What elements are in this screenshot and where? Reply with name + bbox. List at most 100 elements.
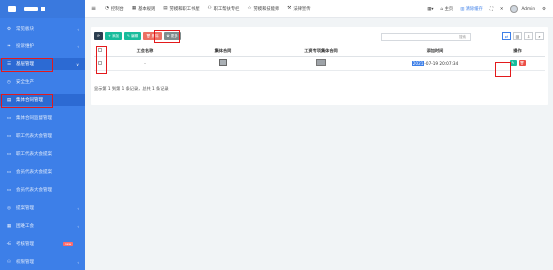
sidebar-menu: ⚙ 常见板块 ‹ ❧ 投诉维护 ‹ ☰ 基层管理 ∨ ◷ 安全生产 ▤ 集体合同… bbox=[0, 18, 85, 270]
edit-button[interactable]: ✎ 编辑 bbox=[124, 32, 142, 40]
star-icon: ☆ bbox=[247, 6, 252, 11]
export-icon[interactable]: ⇩ bbox=[524, 32, 533, 40]
sidebar-item-label: 困难工会 bbox=[16, 224, 34, 229]
logo-mark-icon bbox=[8, 6, 16, 12]
chevron-left-icon: ‹ bbox=[77, 26, 79, 32]
sidebar-item-safety[interactable]: ◷ 安全生产 bbox=[0, 76, 85, 88]
globe-icon: ◎ bbox=[7, 205, 11, 211]
avatar[interactable] bbox=[510, 5, 519, 13]
top-header: ≡ ◔ 控制台 ▦ 基本规则 ▤ 劳模和职工书屋 ⚇ 职工帮扶专栏 ☆ 劳模和技能师 ⚒ 法… bbox=[85, 0, 553, 18]
sidebar-item-staff-proposal[interactable]: ▭ 职工代表大会提案 bbox=[0, 148, 85, 160]
sidebar-item-staff-congress[interactable]: ▭ 职工代表大会管理 bbox=[0, 130, 85, 142]
sidebar-item-common[interactable]: ⚙ 常见板块 ‹ bbox=[0, 23, 85, 35]
search-icon[interactable]: ⌕ bbox=[535, 32, 544, 40]
clock-icon: ◷ bbox=[7, 79, 11, 85]
sidebar-item-label: 职工代表大会管理 bbox=[16, 134, 52, 139]
user-name[interactable]: Admin bbox=[521, 7, 535, 12]
wage-contract-image-cell bbox=[262, 56, 380, 71]
highlight-box bbox=[96, 46, 107, 74]
sidebar-item-label: 集体合同监督管理 bbox=[16, 116, 52, 121]
add-time-cell: 2021-07-19 20:07:34 bbox=[380, 56, 490, 71]
sidebar-item-member-proposal[interactable]: ▭ 会员代表大会提案 bbox=[0, 166, 85, 178]
doc-icon: ▭ bbox=[6, 169, 12, 175]
col-union[interactable]: 工会名称 bbox=[106, 46, 184, 57]
contract-thumbnail-icon[interactable] bbox=[219, 59, 227, 66]
col-add-time[interactable]: 添加时间 bbox=[380, 46, 490, 57]
brand-logo[interactable] bbox=[0, 0, 85, 18]
row-delete-button[interactable]: 🗑 bbox=[518, 60, 526, 66]
users-icon: ⚇ bbox=[6, 259, 12, 265]
logo-text-icon bbox=[24, 7, 38, 11]
sidebar-item-hardship[interactable]: ▦ 困难工会 ‹ bbox=[0, 220, 85, 232]
table-tools: ⇄ ▥ ⇩ ⌕ bbox=[500, 32, 544, 40]
sidebar-item-label: 会员代表大会管理 bbox=[16, 188, 52, 193]
pagination-summary: 显示第 1 到第 1 条记录，总共 1 条记录 bbox=[94, 86, 169, 91]
chevron-left-icon: ‹ bbox=[77, 43, 79, 49]
chevron-left-icon: ‹ bbox=[77, 205, 79, 211]
chevron-down-icon: ∨ bbox=[76, 61, 79, 67]
grid-dropdown-icon[interactable]: ▦▾ bbox=[427, 7, 433, 12]
doc-icon: ▭ bbox=[6, 187, 12, 193]
fullscreen-icon[interactable]: ⛶ bbox=[490, 7, 493, 12]
book-icon: ▤ bbox=[163, 6, 168, 11]
sidebar-item-proposals[interactable]: ◎ 提案管理 ‹ bbox=[0, 202, 85, 214]
doc-icon: ▭ bbox=[6, 115, 12, 121]
col-actions: 操作 bbox=[490, 46, 545, 57]
gavel-icon: ⚒ bbox=[287, 6, 292, 11]
add-button[interactable]: + 添加 bbox=[105, 32, 123, 40]
toggle-view-icon[interactable]: ⇄ bbox=[502, 32, 511, 40]
highlight-box bbox=[495, 62, 511, 77]
sidebar-item-label: 权限管理 bbox=[16, 260, 34, 265]
contract-image-cell bbox=[184, 56, 262, 71]
union-name-cell: - bbox=[106, 56, 184, 71]
new-badge: new bbox=[63, 242, 73, 246]
doc-icon: ▭ bbox=[6, 151, 12, 157]
col-contract[interactable]: 集体合同 bbox=[184, 46, 262, 57]
sidebar-item-member-congress[interactable]: ▭ 会员代表大会管理 bbox=[0, 184, 85, 196]
sidebar-item-permissions[interactable]: ⚇ 权限管理 ‹ bbox=[0, 256, 85, 268]
refresh-button[interactable]: ⟳ bbox=[94, 32, 103, 40]
nav-model-workers[interactable]: ▤ 劳模和职工书屋 bbox=[163, 6, 199, 12]
user-cog-icon: ⚙ bbox=[6, 26, 12, 32]
sidebar-item-label: 职工代表大会提案 bbox=[16, 152, 52, 157]
doc-icon: ▭ bbox=[6, 133, 12, 139]
top-nav: ◔ 控制台 ▦ 基本规则 ▤ 劳模和职工书屋 ⚇ 职工帮扶专栏 ☆ 劳模和技能师 ⚒ 法律宣… bbox=[105, 6, 319, 12]
logo-dot-icon bbox=[41, 7, 45, 11]
sidebar-item-label: 安全生产 bbox=[16, 80, 34, 85]
sidebar-item-assessment[interactable]: ⋲ 考核管理 new bbox=[0, 238, 85, 250]
chevron-left-icon: ‹ bbox=[77, 259, 79, 265]
dashboard-icon: ◔ bbox=[105, 6, 109, 11]
col-wage-contract[interactable]: 工资专项集体合同 bbox=[262, 46, 380, 57]
search-input[interactable]: 搜索 bbox=[381, 33, 471, 41]
columns-icon[interactable]: ▥ bbox=[513, 32, 522, 40]
sidebar: ⚙ 常见板块 ‹ ❧ 投诉维护 ‹ ☰ 基层管理 ∨ ◷ 安全生产 ▤ 集体合同… bbox=[0, 0, 85, 270]
nav-staff-help[interactable]: ⚇ 职工帮扶专栏 bbox=[208, 6, 240, 12]
sidebar-item-label: 常见板块 bbox=[16, 27, 34, 32]
table-row[interactable]: - 2021-07-19 20:07:34 ✎ 🗑 bbox=[94, 56, 545, 71]
menu-toggle-icon[interactable]: ≡ bbox=[91, 5, 101, 12]
highlight-box bbox=[1, 58, 53, 72]
leaf-icon: ❧ bbox=[7, 43, 11, 49]
nav-basic-rules[interactable]: ▦ 基本规则 bbox=[132, 6, 155, 12]
nav-skill-masters[interactable]: ☆ 劳模和技能师 bbox=[247, 6, 279, 12]
share-icon: ⋲ bbox=[6, 241, 12, 247]
users-icon: ⚇ bbox=[207, 6, 212, 11]
sidebar-item-label: 提案管理 bbox=[16, 206, 34, 211]
sidebar-item-contract-supervision[interactable]: ▭ 集体合同监督管理 bbox=[0, 112, 85, 124]
grid-icon: ▦ bbox=[6, 223, 12, 229]
sidebar-item-label: 考核管理 bbox=[16, 242, 34, 247]
highlight-box bbox=[1, 94, 53, 108]
data-table: 工会名称 集体合同 工资专项集体合同 添加时间 操作 - 2021-07-19 … bbox=[94, 46, 545, 71]
shuffle-icon[interactable]: ✕ bbox=[500, 7, 504, 12]
nav-dashboard[interactable]: ◔ 控制台 bbox=[105, 6, 124, 12]
home-link[interactable]: ⌂ 主页 bbox=[441, 6, 454, 13]
sidebar-item-label: 会员代表大会提案 bbox=[16, 170, 52, 175]
sidebar-item-label: 投诉维护 bbox=[16, 44, 34, 49]
sidebar-item-complaints[interactable]: ❧ 投诉维护 ‹ bbox=[0, 40, 85, 52]
header-right: ▦▾ ⌂ 主页 ▥ 清除缓存 ⛶ ✕ Admin ⚙ bbox=[427, 0, 553, 18]
nav-legal[interactable]: ⚒ 法律宣传 bbox=[287, 6, 310, 12]
table-header-row: 工会名称 集体合同 工资专项集体合同 添加时间 操作 bbox=[94, 46, 545, 57]
wage-contract-thumbnail-icon[interactable] bbox=[316, 59, 326, 66]
clear-cache-button[interactable]: ▥ 清除缓存 bbox=[460, 6, 483, 13]
gear-icon[interactable]: ⚙ bbox=[542, 7, 546, 12]
